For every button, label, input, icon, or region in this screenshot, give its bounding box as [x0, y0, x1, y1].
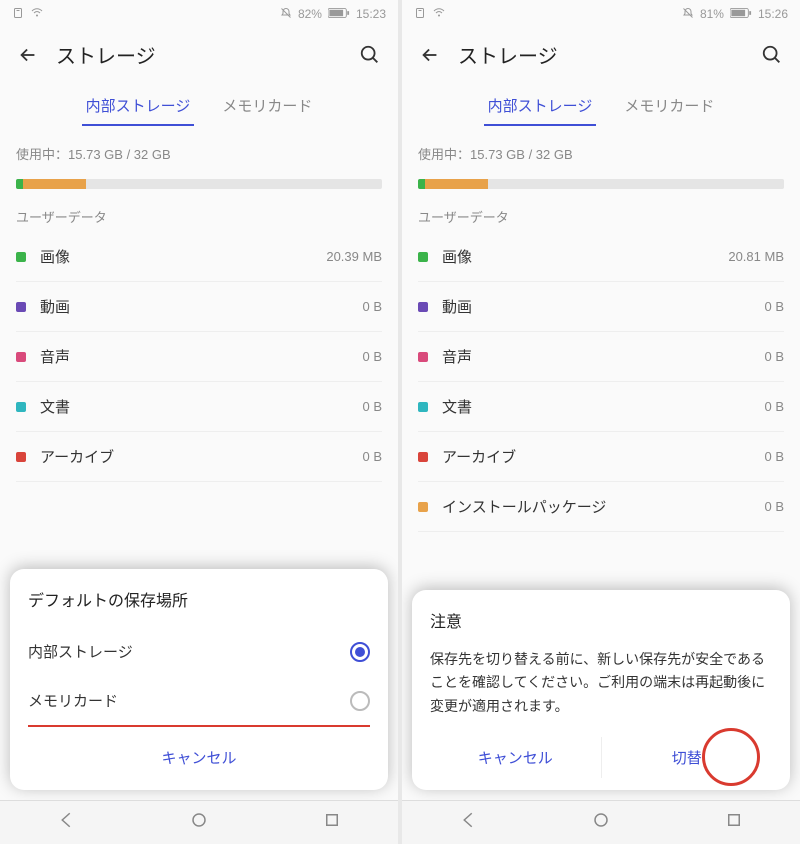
row-archive[interactable]: アーカイブ 0 B	[16, 432, 382, 482]
modal-default-location: デフォルトの保存場所 内部ストレージ メモリカード キャンセル	[0, 569, 398, 800]
battery-icon	[730, 7, 752, 22]
radio-unchecked-icon	[350, 691, 370, 711]
data-list: 画像 20.81 MB 動画 0 B 音声 0 B 文書 0 B アーカイブ 0…	[402, 232, 800, 532]
row-install[interactable]: インストールパッケージ 0 B	[418, 482, 784, 532]
mute-icon	[682, 7, 694, 22]
wifi-icon	[30, 7, 44, 22]
cancel-button[interactable]: キャンセル	[28, 737, 370, 778]
swatch-install	[418, 502, 428, 512]
row-images[interactable]: 画像 20.39 MB	[16, 232, 382, 282]
option-memory-card[interactable]: メモリカード	[28, 676, 370, 727]
nav-recent-icon[interactable]	[725, 811, 743, 834]
status-bar: 82% 15:23	[0, 0, 398, 28]
swatch-audio	[418, 352, 428, 362]
top-bar: ストレージ	[402, 28, 800, 81]
option-internal[interactable]: 内部ストレージ	[28, 627, 370, 676]
tab-memory[interactable]: メモリカード	[620, 89, 718, 126]
battery-percent: 82%	[298, 7, 322, 21]
dialog-body: 保存先を切り替える前に、新しい保存先が安全であることを確認してください。ご利用の…	[430, 648, 772, 719]
swatch-audio	[16, 352, 26, 362]
swatch-docs	[16, 402, 26, 412]
swatch-images	[418, 252, 428, 262]
row-video[interactable]: 動画 0 B	[418, 282, 784, 332]
radio-checked-icon	[350, 642, 370, 662]
row-docs[interactable]: 文書 0 B	[16, 382, 382, 432]
swatch-images	[16, 252, 26, 262]
screenshot-right: 81% 15:26 ストレージ 内部ストレージ メモリカード 使用中：15.73…	[402, 0, 800, 844]
row-images[interactable]: 画像 20.81 MB	[418, 232, 784, 282]
usage-bar	[418, 179, 784, 189]
row-video[interactable]: 動画 0 B	[16, 282, 382, 332]
row-audio[interactable]: 音声 0 B	[16, 332, 382, 382]
mute-icon	[280, 7, 292, 22]
section-user-data: ユーザーデータ	[402, 189, 800, 232]
row-archive[interactable]: アーカイブ 0 B	[418, 432, 784, 482]
status-bar: 81% 15:26	[402, 0, 800, 28]
confirm-button[interactable]: 切替	[602, 737, 773, 778]
battery-percent: 81%	[700, 7, 724, 21]
back-icon[interactable]	[418, 43, 442, 67]
clock-time: 15:26	[758, 7, 788, 21]
battery-icon	[328, 7, 350, 22]
tabs: 内部ストレージ メモリカード	[0, 81, 398, 126]
nav-back-icon[interactable]	[459, 811, 477, 834]
dialog-attention: 注意 保存先を切り替える前に、新しい保存先が安全であることを確認してください。ご…	[402, 590, 800, 800]
clock-time: 15:23	[356, 7, 386, 21]
nav-bar	[0, 800, 398, 844]
tabs: 内部ストレージ メモリカード	[402, 81, 800, 126]
swatch-docs	[418, 402, 428, 412]
tab-internal[interactable]: 内部ストレージ	[82, 89, 195, 126]
nav-recent-icon[interactable]	[323, 811, 341, 834]
data-list: 画像 20.39 MB 動画 0 B 音声 0 B 文書 0 B アーカイブ 0…	[0, 232, 398, 482]
page-title: ストレージ	[56, 40, 342, 69]
modal-title: デフォルトの保存場所	[28, 587, 370, 611]
back-icon[interactable]	[16, 43, 40, 67]
dialog-title: 注意	[430, 608, 772, 632]
usage-text: 使用中：15.73 GB / 32 GB	[0, 126, 398, 171]
page-title: ストレージ	[458, 40, 744, 69]
cancel-button[interactable]: キャンセル	[430, 737, 601, 778]
search-icon[interactable]	[760, 43, 784, 67]
swatch-archive	[418, 452, 428, 462]
swatch-video	[418, 302, 428, 312]
nav-home-icon[interactable]	[592, 811, 610, 834]
swatch-video	[16, 302, 26, 312]
usage-bar	[16, 179, 382, 189]
top-bar: ストレージ	[0, 28, 398, 81]
search-icon[interactable]	[358, 43, 382, 67]
section-user-data: ユーザーデータ	[0, 189, 398, 232]
nav-back-icon[interactable]	[57, 811, 75, 834]
row-audio[interactable]: 音声 0 B	[418, 332, 784, 382]
tab-internal[interactable]: 内部ストレージ	[484, 89, 597, 126]
row-docs[interactable]: 文書 0 B	[418, 382, 784, 432]
nav-home-icon[interactable]	[190, 811, 208, 834]
sim-icon	[414, 7, 426, 22]
swatch-archive	[16, 452, 26, 462]
tab-memory[interactable]: メモリカード	[218, 89, 316, 126]
sim-icon	[12, 7, 24, 22]
screenshot-left: 82% 15:23 ストレージ 内部ストレージ メモリカード 使用中：15.73…	[0, 0, 398, 844]
nav-bar	[402, 800, 800, 844]
wifi-icon	[432, 7, 446, 22]
usage-text: 使用中：15.73 GB / 32 GB	[402, 126, 800, 171]
